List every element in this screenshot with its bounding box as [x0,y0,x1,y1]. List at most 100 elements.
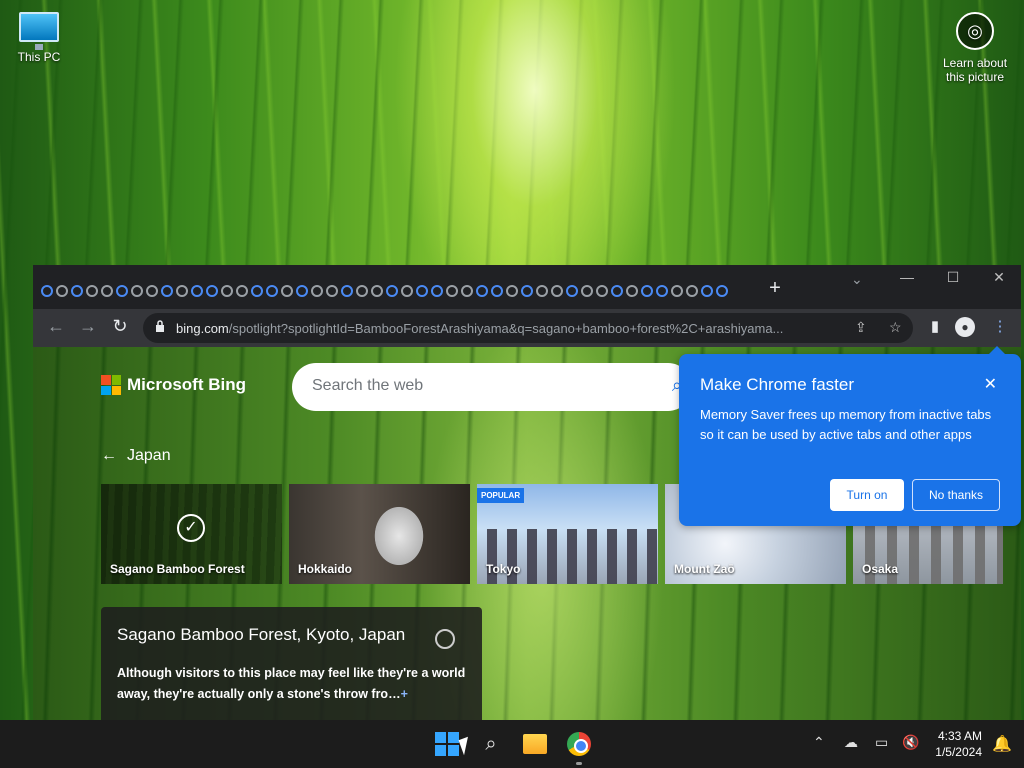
info-title: Sagano Bamboo Forest, Kyoto, Japan [117,625,406,644]
browser-tab[interactable] [236,285,248,297]
browser-tab[interactable] [581,285,593,297]
browser-tab[interactable] [356,285,368,297]
browser-tab[interactable] [626,285,638,297]
card-hokkaido[interactable]: Hokkaido [289,484,470,584]
this-pc-label: This PC [17,50,61,64]
learn-about-picture-icon[interactable]: ◎ Learn about this picture [938,12,1012,84]
learn-label-line1: Learn about [942,56,1008,70]
browser-toolbar: ← → ↻ bing.com/spotlight?spotlightId=Bam… [33,309,1021,347]
volume-muted-icon[interactable]: 🔇 [902,734,919,751]
microsoft-logo-icon [101,375,121,395]
bing-logo-text: Microsoft Bing [127,375,246,394]
browser-tab[interactable] [701,285,713,297]
clock-date: 1/5/2024 [935,745,982,759]
bing-logo[interactable]: Microsoft Bing [101,375,246,395]
card-sagano-bamboo-forest[interactable]: ✓ Sagano Bamboo Forest [101,484,282,584]
back-arrow-icon[interactable]: ← [44,316,68,337]
tab-search-chevron-icon[interactable]: ⌄ [851,271,863,288]
clock[interactable]: 4:33 AM 1/5/2024 [935,728,982,760]
browser-tab[interactable] [221,285,233,297]
search-input[interactable] [312,377,642,395]
url-host: bing.com [176,321,229,336]
url-path: /spotlight?spotlightId=BambooForestArash… [228,321,784,336]
browser-tab[interactable] [491,285,503,297]
reload-icon[interactable]: ↻ [108,316,132,337]
browser-tab[interactable] [611,285,623,297]
close-window-button[interactable]: ✕ [986,269,1012,286]
back-to-japan-link[interactable]: ← Japan [101,447,171,465]
browser-tab[interactable] [161,285,173,297]
browser-tab[interactable] [386,285,398,297]
browser-tab[interactable] [446,285,458,297]
browser-tab[interactable] [71,285,83,297]
browser-tab[interactable] [551,285,563,297]
side-panel-icon[interactable]: ▮ [923,317,947,335]
running-indicator [576,762,582,765]
browser-tab[interactable] [341,285,353,297]
browser-tab[interactable] [566,285,578,297]
browser-tab[interactable] [656,285,668,297]
browser-tab[interactable] [101,285,113,297]
card-tokyo[interactable]: POPULAR Tokyo [477,484,658,584]
tab-strip: + ⌄ — ☐ ✕ [33,265,1021,309]
new-tab-button[interactable]: + [765,277,785,300]
browser-tab[interactable] [326,285,338,297]
browser-tab[interactable] [371,285,383,297]
lock-icon [156,320,164,332]
chevron-up-icon[interactable]: ⌃ [813,734,825,751]
browser-tab[interactable] [596,285,608,297]
browser-tab[interactable] [671,285,683,297]
popup-title: Make Chrome faster [700,375,854,394]
browser-tab[interactable] [176,285,188,297]
browser-tab[interactable] [521,285,533,297]
turn-on-button[interactable]: Turn on [830,479,904,511]
browser-tab[interactable] [506,285,518,297]
browser-tab[interactable] [296,285,308,297]
no-thanks-button[interactable]: No thanks [912,479,1000,511]
expand-plus-icon[interactable]: + [401,687,408,701]
network-icon[interactable]: ▭ [875,734,888,751]
chrome-icon[interactable] [567,732,591,756]
minimize-button[interactable]: — [894,269,920,285]
menu-kebab-icon[interactable]: ⋮ [988,317,1012,335]
bookmark-star-icon[interactable]: ☆ [889,319,902,336]
card-label: Sagano Bamboo Forest [110,562,245,576]
address-bar[interactable]: bing.com/spotlight?spotlightId=BambooFor… [143,313,913,343]
browser-tab[interactable] [536,285,548,297]
browser-tab[interactable] [116,285,128,297]
browser-tab[interactable] [641,285,653,297]
browser-tab[interactable] [86,285,98,297]
share-icon[interactable]: ⇪ [855,319,867,336]
browser-tab[interactable] [401,285,413,297]
maximize-button[interactable]: ☐ [940,269,966,286]
card-label: Osaka [862,562,899,576]
onedrive-cloud-icon[interactable]: ☁ [844,734,858,751]
chat-icon[interactable] [435,629,455,649]
browser-tab[interactable] [716,285,728,297]
browser-tab[interactable] [266,285,278,297]
clock-time: 4:33 AM [937,729,982,743]
browser-tab[interactable] [206,285,218,297]
notification-bell-icon[interactable]: 🔔 [992,734,1012,754]
profile-button[interactable]: ● [955,317,979,337]
windows-start-icon[interactable] [435,732,459,756]
forward-arrow-icon[interactable]: → [76,316,100,337]
browser-tab[interactable] [416,285,428,297]
card-label: Hokkaido [298,562,353,576]
browser-tab[interactable] [146,285,158,297]
this-pc-desktop-icon[interactable]: This PC [7,12,71,64]
browser-tab[interactable] [56,285,68,297]
browser-tab[interactable] [251,285,263,297]
browser-tab[interactable] [461,285,473,297]
close-icon[interactable]: ✕ [984,374,997,394]
browser-tab[interactable] [281,285,293,297]
browser-tab[interactable] [431,285,443,297]
browser-tab[interactable] [131,285,143,297]
browser-tab[interactable] [191,285,203,297]
browser-tab[interactable] [476,285,488,297]
browser-tab[interactable] [311,285,323,297]
search-icon[interactable]: ⌕ [479,732,503,756]
browser-tab[interactable] [41,285,53,297]
file-explorer-icon[interactable] [523,734,547,754]
browser-tab[interactable] [686,285,698,297]
